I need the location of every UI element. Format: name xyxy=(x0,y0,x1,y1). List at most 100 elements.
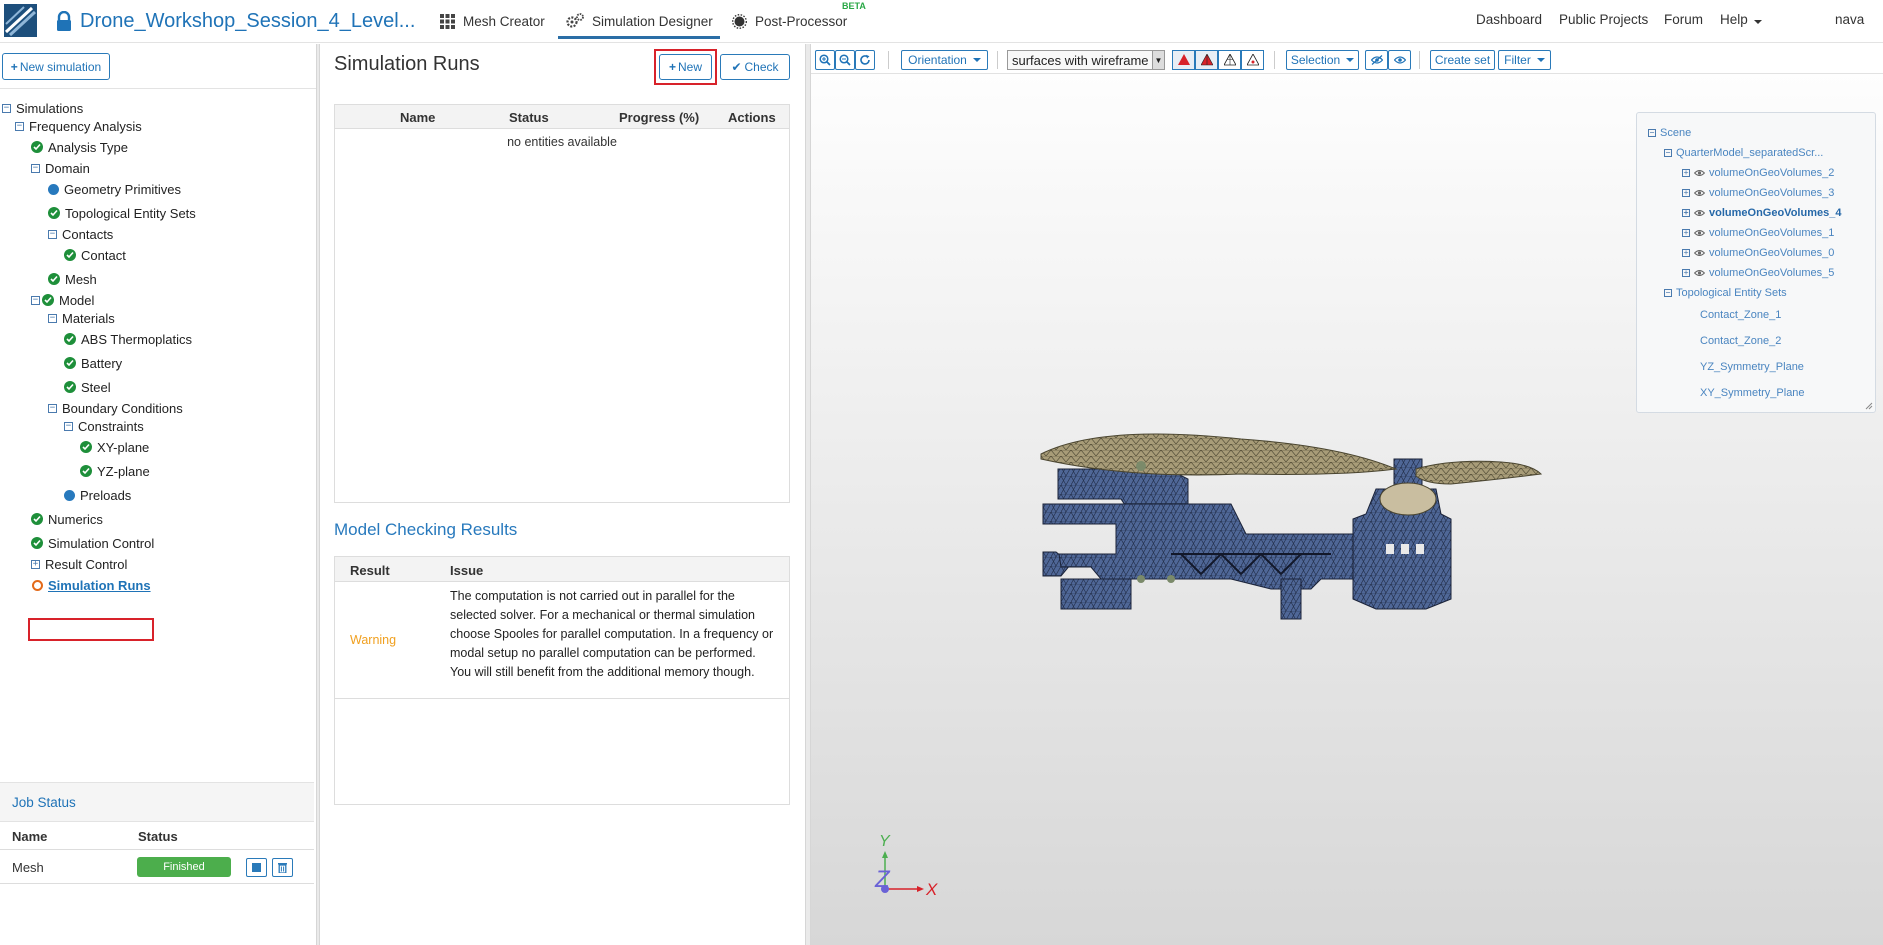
show-button[interactable] xyxy=(1388,50,1411,70)
dashboard-link[interactable]: Dashboard xyxy=(1476,12,1542,27)
tree-item-geometry-primitives[interactable]: Geometry Primitives xyxy=(48,180,181,198)
stop-button[interactable] xyxy=(246,858,267,877)
scene-model[interactable]: − QuarterModel_separatedScr... xyxy=(1664,147,1823,159)
tree-item-yz-plane[interactable]: YZ-plane xyxy=(80,462,150,480)
scene-topo-set-item[interactable]: Contact_Zone_1 xyxy=(1700,309,1781,321)
outline-cone-button[interactable] xyxy=(1241,50,1264,70)
scene-topo-set-item[interactable]: YZ_Symmetry_Plane xyxy=(1700,361,1804,373)
cone-wire-solid-icon xyxy=(1200,54,1213,66)
reset-view-button[interactable] xyxy=(855,50,875,70)
tree-item-result-control[interactable]: + Result Control xyxy=(31,555,127,573)
issue-text: The computation is not carried out in pa… xyxy=(450,589,774,679)
expand-icon: + xyxy=(31,558,40,569)
render-mode-value: surfaces with wireframe xyxy=(1012,52,1149,68)
orientation-dropdown[interactable]: Orientation xyxy=(901,50,988,70)
tree-item-label: XY-plane xyxy=(97,439,150,455)
simscale-logo-icon[interactable] xyxy=(4,4,37,37)
tree-item-domain[interactable]: − Domain xyxy=(31,159,90,177)
tab-simulation-designer[interactable]: Simulation Designer xyxy=(566,8,713,34)
tree-item-frequency-analysis[interactable]: − Frequency Analysis xyxy=(15,117,142,135)
create-set-button[interactable]: Create set xyxy=(1430,50,1495,70)
arm-body xyxy=(1042,503,1382,590)
tree-item-numerics[interactable]: Numerics xyxy=(31,510,103,528)
eye-icon[interactable] xyxy=(1694,209,1705,217)
cone-outline-icon xyxy=(1246,54,1259,66)
render-mode-select[interactable]: surfaces with wireframe ▼ xyxy=(1007,50,1165,70)
tab-post-processor[interactable]: Post-Processor xyxy=(732,8,847,34)
collapse-icon: − xyxy=(64,420,73,431)
tree-item-materials[interactable]: − Materials xyxy=(48,309,115,327)
eye-icon[interactable] xyxy=(1694,189,1705,197)
filter-dropdown[interactable]: Filter xyxy=(1498,50,1551,70)
tree-item-boundary-conditions[interactable]: − Boundary Conditions xyxy=(48,399,183,417)
tree-item-simulation-runs[interactable]: Simulation Runs xyxy=(32,576,151,594)
shaded-wireframe-cone-button[interactable] xyxy=(1195,50,1218,70)
tree-item-xy-plane[interactable]: XY-plane xyxy=(80,438,149,456)
3d-viewer[interactable]: Orientation surfaces with wireframe ▼ Se… xyxy=(811,44,1883,945)
scene-volume-item-selected[interactable]: + volumeOnGeoVolumes_4 xyxy=(1682,207,1841,219)
hide-button[interactable] xyxy=(1365,50,1388,70)
scene-volume-item[interactable]: + volumeOnGeoVolumes_1 xyxy=(1682,227,1834,239)
scene-volume-item[interactable]: + volumeOnGeoVolumes_0 xyxy=(1682,247,1834,259)
help-menu[interactable]: Help xyxy=(1720,12,1762,27)
zoom-in-button[interactable] xyxy=(815,50,835,70)
eye-icon[interactable] xyxy=(1694,169,1705,177)
tree-item-preloads[interactable]: Preloads xyxy=(64,486,131,504)
scene-root[interactable]: − Scene xyxy=(1648,127,1691,139)
motor-window xyxy=(1401,544,1409,554)
empty-state-text: no entities available xyxy=(507,135,617,149)
scene-volume-item[interactable]: + volumeOnGeoVolumes_5 xyxy=(1682,267,1834,279)
divider xyxy=(997,51,998,69)
tree-item-battery[interactable]: Battery xyxy=(64,354,122,372)
zoom-out-button[interactable] xyxy=(835,50,855,70)
checkmark-icon: ✔ xyxy=(731,60,742,74)
eye-icon[interactable] xyxy=(1694,269,1705,277)
eye-icon[interactable] xyxy=(1694,249,1705,257)
shaded-cone-button[interactable] xyxy=(1172,50,1195,70)
collapse-icon: − xyxy=(1664,288,1672,297)
tree-item-simulation-control[interactable]: Simulation Control xyxy=(31,534,154,552)
delete-button[interactable] xyxy=(272,858,293,877)
project-title[interactable]: Drone_Workshop_Session_4_Level... xyxy=(56,7,415,35)
check-button[interactable]: ✔ Check xyxy=(720,54,790,80)
bolt xyxy=(1136,461,1146,471)
tree-item-constraints[interactable]: − Constraints xyxy=(64,417,144,435)
scene-topo-set-item[interactable]: XY_Symmetry_Plane xyxy=(1700,387,1805,399)
resize-grip-icon[interactable] xyxy=(1865,402,1873,410)
expand-icon: + xyxy=(1682,248,1690,257)
tree-item-mesh[interactable]: Mesh xyxy=(48,270,97,288)
tree-item-abs-thermoplatics[interactable]: ABS Thermoplatics xyxy=(64,330,192,348)
drone-mesh-model[interactable] xyxy=(1031,404,1551,624)
highlight-box xyxy=(28,618,154,641)
scene-topo-set-item[interactable]: Contact_Zone_2 xyxy=(1700,335,1781,347)
scene-volume-item[interactable]: + volumeOnGeoVolumes_3 xyxy=(1682,187,1834,199)
bolt xyxy=(1167,575,1175,583)
selection-dropdown[interactable]: Selection xyxy=(1286,50,1359,70)
scene-volume-item[interactable]: + volumeOnGeoVolumes_2 xyxy=(1682,167,1834,179)
scene-volume-label: volumeOnGeoVolumes_0 xyxy=(1709,247,1835,259)
wireframe-cone-button[interactable] xyxy=(1218,50,1241,70)
tree-item-label: Steel xyxy=(81,379,111,395)
tree-item-label: Numerics xyxy=(48,511,103,527)
new-simulation-button[interactable]: + New simulation xyxy=(2,53,110,80)
tree-item-model[interactable]: − Model xyxy=(31,291,94,309)
check-circle-icon xyxy=(80,465,92,477)
tree-item-topological-entity-sets[interactable]: Topological Entity Sets xyxy=(48,204,196,222)
tree-item-simulations[interactable]: − Simulations xyxy=(2,99,83,117)
help-menu-label: Help xyxy=(1720,12,1748,27)
new-run-button[interactable]: + New xyxy=(659,54,712,80)
motor-window xyxy=(1386,544,1394,554)
user-menu[interactable]: nava xyxy=(1835,12,1864,27)
tree-item-contact[interactable]: Contact xyxy=(64,246,126,264)
eye-icon[interactable] xyxy=(1694,229,1705,237)
tree-item-analysis-type[interactable]: Analysis Type xyxy=(31,138,128,156)
scene-topo-sets[interactable]: − Topological Entity Sets xyxy=(1664,287,1787,299)
lock-icon xyxy=(57,11,71,31)
project-title-text: Drone_Workshop_Session_4_Level... xyxy=(80,9,416,32)
tree-item-label: Result Control xyxy=(45,556,128,572)
tab-mesh-creator[interactable]: Mesh Creator xyxy=(440,8,545,34)
tree-item-contacts[interactable]: − Contacts xyxy=(48,225,113,243)
public-projects-link[interactable]: Public Projects xyxy=(1559,12,1648,27)
forum-link[interactable]: Forum xyxy=(1664,12,1703,27)
tree-item-steel[interactable]: Steel xyxy=(64,378,111,396)
